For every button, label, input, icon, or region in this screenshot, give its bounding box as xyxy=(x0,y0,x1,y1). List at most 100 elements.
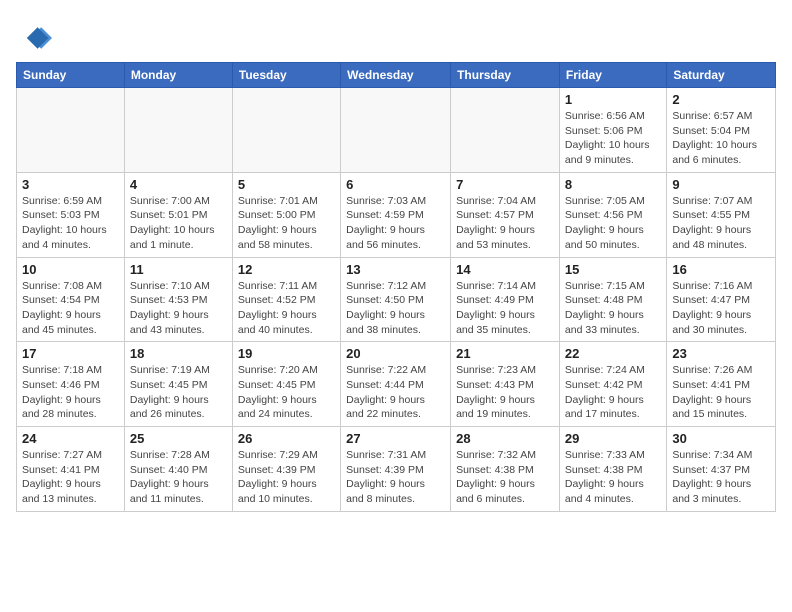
day-cell: 28 Sunrise: 7:32 AM Sunset: 4:38 PM Dayli… xyxy=(451,427,560,512)
week-row-3: 10 Sunrise: 7:08 AM Sunset: 4:54 PM Dayli… xyxy=(17,257,776,342)
day-number: 12 xyxy=(238,262,335,277)
day-info: Sunrise: 7:32 AM Sunset: 4:38 PM Dayligh… xyxy=(456,448,554,507)
day-cell: 30 Sunrise: 7:34 AM Sunset: 4:37 PM Dayli… xyxy=(667,427,776,512)
day-number: 17 xyxy=(22,346,119,361)
day-number: 16 xyxy=(672,262,770,277)
day-cell xyxy=(17,88,125,173)
day-cell: 12 Sunrise: 7:11 AM Sunset: 4:52 PM Dayli… xyxy=(232,257,340,342)
day-number: 15 xyxy=(565,262,661,277)
day-info: Sunrise: 7:24 AM Sunset: 4:42 PM Dayligh… xyxy=(565,363,661,422)
day-cell: 20 Sunrise: 7:22 AM Sunset: 4:44 PM Dayli… xyxy=(341,342,451,427)
logo xyxy=(16,20,56,56)
day-cell: 23 Sunrise: 7:26 AM Sunset: 4:41 PM Dayli… xyxy=(667,342,776,427)
day-info: Sunrise: 7:04 AM Sunset: 4:57 PM Dayligh… xyxy=(456,194,554,253)
day-cell: 19Sunrise: 7:20 AM Sunset: 4:45 PM Dayli… xyxy=(232,342,340,427)
day-number: 8 xyxy=(565,177,661,192)
day-cell: 2 Sunrise: 6:57 AM Sunset: 5:04 PM Daylig… xyxy=(667,88,776,173)
day-cell xyxy=(124,88,232,173)
day-info: Sunrise: 7:23 AM Sunset: 4:43 PM Dayligh… xyxy=(456,363,554,422)
week-row-5: 24 Sunrise: 7:27 AM Sunset: 4:41 PM Dayli… xyxy=(17,427,776,512)
day-number: 20 xyxy=(346,346,445,361)
day-info: Sunrise: 7:27 AM Sunset: 4:41 PM Dayligh… xyxy=(22,448,119,507)
day-cell: 22 Sunrise: 7:24 AM Sunset: 4:42 PM Dayli… xyxy=(559,342,666,427)
day-info: Sunrise: 7:10 AM Sunset: 4:53 PM Dayligh… xyxy=(130,279,227,338)
day-info: Sunrise: 7:26 AM Sunset: 4:41 PM Dayligh… xyxy=(672,363,770,422)
week-row-2: 3 Sunrise: 6:59 AM Sunset: 5:03 PM Daylig… xyxy=(17,172,776,257)
day-cell: 8 Sunrise: 7:05 AM Sunset: 4:56 PM Daylig… xyxy=(559,172,666,257)
day-info: Sunrise: 7:29 AM Sunset: 4:39 PM Dayligh… xyxy=(238,448,335,507)
day-number: 1 xyxy=(565,92,661,107)
day-info: Sunrise: 6:59 AM Sunset: 5:03 PM Dayligh… xyxy=(22,194,119,253)
day-number: 14 xyxy=(456,262,554,277)
day-info: Sunrise: 7:11 AM Sunset: 4:52 PM Dayligh… xyxy=(238,279,335,338)
day-cell: 13 Sunrise: 7:12 AM Sunset: 4:50 PM Dayli… xyxy=(341,257,451,342)
weekday-header-wednesday: Wednesday xyxy=(341,63,451,88)
day-number: 6 xyxy=(346,177,445,192)
day-number: 11 xyxy=(130,262,227,277)
day-cell xyxy=(341,88,451,173)
day-info: Sunrise: 6:56 AM Sunset: 5:06 PM Dayligh… xyxy=(565,109,661,168)
day-number: 9 xyxy=(672,177,770,192)
day-number: 18 xyxy=(130,346,227,361)
day-cell: 26 Sunrise: 7:29 AM Sunset: 4:39 PM Dayli… xyxy=(232,427,340,512)
day-cell: 17 Sunrise: 7:18 AM Sunset: 4:46 PM Dayli… xyxy=(17,342,125,427)
day-number: 22 xyxy=(565,346,661,361)
day-number: 2 xyxy=(672,92,770,107)
day-cell: 9 Sunrise: 7:07 AM Sunset: 4:55 PM Daylig… xyxy=(667,172,776,257)
day-cell: 11 Sunrise: 7:10 AM Sunset: 4:53 PM Dayli… xyxy=(124,257,232,342)
day-info: Sunrise: 7:31 AM Sunset: 4:39 PM Dayligh… xyxy=(346,448,445,507)
day-cell: 27 Sunrise: 7:31 AM Sunset: 4:39 PM Dayli… xyxy=(341,427,451,512)
day-info: Sunrise: 7:22 AM Sunset: 4:44 PM Dayligh… xyxy=(346,363,445,422)
day-number: 29 xyxy=(565,431,661,446)
day-number: 7 xyxy=(456,177,554,192)
day-cell xyxy=(232,88,340,173)
day-cell: 25Sunrise: 7:28 AM Sunset: 4:40 PM Dayli… xyxy=(124,427,232,512)
day-info: Sunrise: 7:20 AM Sunset: 4:45 PM Dayligh… xyxy=(238,363,335,422)
day-number: 30 xyxy=(672,431,770,446)
day-info: Sunrise: 7:05 AM Sunset: 4:56 PM Dayligh… xyxy=(565,194,661,253)
day-number: 21 xyxy=(456,346,554,361)
day-info: Sunrise: 7:12 AM Sunset: 4:50 PM Dayligh… xyxy=(346,279,445,338)
day-info: Sunrise: 7:15 AM Sunset: 4:48 PM Dayligh… xyxy=(565,279,661,338)
day-cell: 29 Sunrise: 7:33 AM Sunset: 4:38 PM Dayli… xyxy=(559,427,666,512)
day-cell: 1 Sunrise: 6:56 AM Sunset: 5:06 PM Daylig… xyxy=(559,88,666,173)
day-cell: 5Sunrise: 7:01 AM Sunset: 5:00 PM Daylig… xyxy=(232,172,340,257)
day-cell: 18 Sunrise: 7:19 AM Sunset: 4:45 PM Dayli… xyxy=(124,342,232,427)
day-info: Sunrise: 7:01 AM Sunset: 5:00 PM Dayligh… xyxy=(238,194,335,253)
day-cell: 21 Sunrise: 7:23 AM Sunset: 4:43 PM Dayli… xyxy=(451,342,560,427)
day-number: 27 xyxy=(346,431,445,446)
day-number: 28 xyxy=(456,431,554,446)
day-cell: 7 Sunrise: 7:04 AM Sunset: 4:57 PM Daylig… xyxy=(451,172,560,257)
weekday-header-monday: Monday xyxy=(124,63,232,88)
day-info: Sunrise: 7:08 AM Sunset: 4:54 PM Dayligh… xyxy=(22,279,119,338)
day-info: Sunrise: 7:18 AM Sunset: 4:46 PM Dayligh… xyxy=(22,363,119,422)
day-number: 26 xyxy=(238,431,335,446)
day-number: 3 xyxy=(22,177,119,192)
day-number: 25 xyxy=(130,431,227,446)
day-info: Sunrise: 6:57 AM Sunset: 5:04 PM Dayligh… xyxy=(672,109,770,168)
logo-icon xyxy=(16,20,52,56)
day-cell xyxy=(451,88,560,173)
day-cell: 15 Sunrise: 7:15 AM Sunset: 4:48 PM Dayli… xyxy=(559,257,666,342)
day-number: 24 xyxy=(22,431,119,446)
day-cell: 14 Sunrise: 7:14 AM Sunset: 4:49 PM Dayli… xyxy=(451,257,560,342)
day-info: Sunrise: 7:14 AM Sunset: 4:49 PM Dayligh… xyxy=(456,279,554,338)
day-number: 13 xyxy=(346,262,445,277)
day-info: Sunrise: 7:03 AM Sunset: 4:59 PM Dayligh… xyxy=(346,194,445,253)
weekday-header-saturday: Saturday xyxy=(667,63,776,88)
day-cell: 4Sunrise: 7:00 AM Sunset: 5:01 PM Daylig… xyxy=(124,172,232,257)
day-cell: 24 Sunrise: 7:27 AM Sunset: 4:41 PM Dayli… xyxy=(17,427,125,512)
day-info: Sunrise: 7:19 AM Sunset: 4:45 PM Dayligh… xyxy=(130,363,227,422)
weekday-header-friday: Friday xyxy=(559,63,666,88)
day-number: 10 xyxy=(22,262,119,277)
day-info: Sunrise: 7:33 AM Sunset: 4:38 PM Dayligh… xyxy=(565,448,661,507)
day-info: Sunrise: 7:07 AM Sunset: 4:55 PM Dayligh… xyxy=(672,194,770,253)
weekday-header-thursday: Thursday xyxy=(451,63,560,88)
day-cell: 16 Sunrise: 7:16 AM Sunset: 4:47 PM Dayli… xyxy=(667,257,776,342)
day-info: Sunrise: 7:34 AM Sunset: 4:37 PM Dayligh… xyxy=(672,448,770,507)
day-number: 4 xyxy=(130,177,227,192)
day-info: Sunrise: 7:16 AM Sunset: 4:47 PM Dayligh… xyxy=(672,279,770,338)
weekday-header-row: SundayMondayTuesdayWednesdayThursdayFrid… xyxy=(17,63,776,88)
day-number: 23 xyxy=(672,346,770,361)
day-cell: 6 Sunrise: 7:03 AM Sunset: 4:59 PM Daylig… xyxy=(341,172,451,257)
